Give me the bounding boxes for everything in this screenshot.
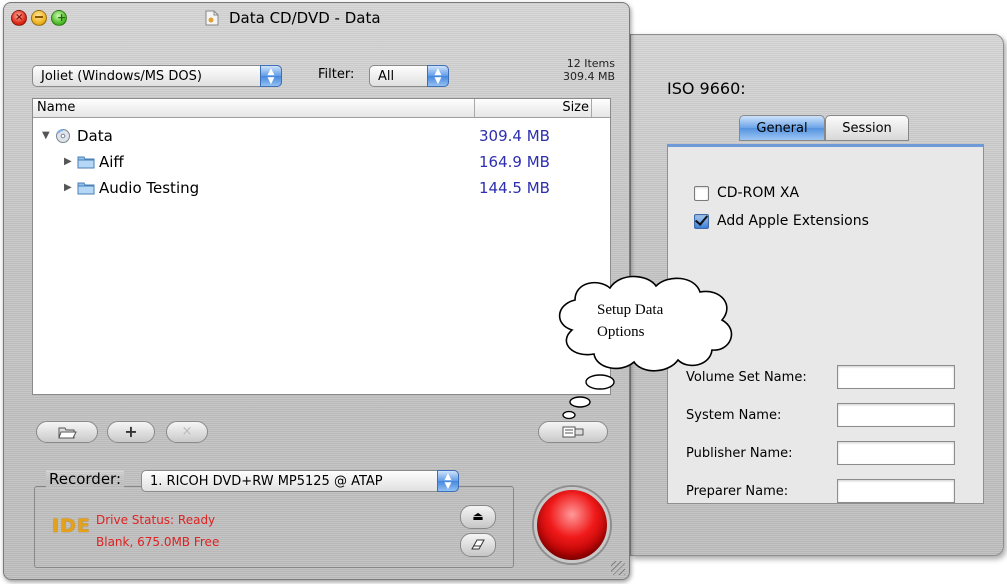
system-name-input[interactable] — [837, 403, 955, 427]
filter-value: All — [378, 69, 395, 84]
media-status-text: Blank, 675.0MB Free — [96, 535, 220, 549]
tab-session[interactable]: Session — [825, 115, 909, 141]
data-cd-window: × + Data CD/DVD - Data Joliet (Windows/M… — [3, 2, 630, 580]
file-list[interactable]: Name Size ▼ Data 309.4 MB ▶ Aiff 164.9 M… — [32, 98, 611, 395]
erase-button[interactable] — [460, 533, 496, 557]
volume-set-name-input[interactable] — [837, 365, 955, 389]
apple-extensions-label: Add Apple Extensions — [717, 213, 869, 229]
filter-popup[interactable]: All ▲ ▼ — [369, 65, 449, 87]
format-value: Joliet (Windows/MS DOS) — [41, 69, 202, 84]
callout-text: Setup Data Options — [597, 299, 663, 343]
iso-title: ISO 9660: — [667, 79, 746, 98]
eject-icon: ⏏ — [472, 509, 484, 523]
drive-status: Drive Status: Ready Blank, 675.0MB Free — [96, 509, 219, 553]
column-divider[interactable] — [474, 99, 475, 117]
filter-label: Filter: — [318, 67, 355, 82]
callout-line-2: Options — [597, 324, 645, 340]
zoom-button[interactable]: + — [51, 10, 67, 26]
cdrom-xa-option[interactable]: CD-ROM XA — [694, 185, 799, 201]
item-name: Audio Testing — [99, 179, 200, 197]
disclosure-closed-icon[interactable]: ▶ — [64, 175, 72, 201]
item-size: 164.9 MB — [479, 153, 550, 171]
remove-button[interactable]: × — [166, 421, 208, 443]
folder-icon — [77, 182, 95, 195]
resize-grip-icon[interactable] — [611, 561, 625, 575]
list-item[interactable]: ▶ Audio Testing 144.5 MB — [33, 175, 610, 201]
column-divider — [591, 99, 592, 117]
list-header: Name Size — [33, 99, 610, 118]
popup-arrows-icon: ▲ ▼ — [260, 65, 282, 87]
recorder-device: 1. RICOH DVD+RW MP5125 @ ATAP — [150, 474, 383, 489]
cdrom-xa-checkbox[interactable] — [694, 185, 709, 201]
list-item[interactable]: ▶ Aiff 164.9 MB — [33, 149, 610, 175]
callout-cloud — [558, 275, 733, 420]
preparer-name-label: Preparer Name: — [686, 484, 789, 499]
disclosure-closed-icon[interactable]: ▶ — [64, 149, 72, 175]
item-summary: 12 Items 309.4 MB — [563, 57, 615, 83]
preparer-name-input[interactable] — [837, 479, 955, 503]
minimize-button[interactable] — [31, 10, 47, 26]
burn-button[interactable] — [534, 487, 610, 563]
window-title: Data CD/DVD - Data — [229, 9, 381, 27]
drive-status-text: Drive Status: Ready — [96, 513, 216, 527]
cd-icon — [56, 129, 70, 143]
total-size: 309.4 MB — [562, 70, 615, 83]
close-icon: × — [15, 12, 24, 23]
eraser-icon — [471, 539, 485, 550]
apple-extensions-checkbox[interactable] — [694, 213, 709, 229]
recorder-label: Recorder: — [46, 470, 124, 488]
item-size: 144.5 MB — [479, 179, 550, 197]
column-name-header[interactable]: Name — [37, 99, 75, 117]
folder-icon — [77, 156, 95, 169]
publisher-name-label: Publisher Name: — [686, 446, 793, 461]
zoom-icon: + — [57, 11, 67, 24]
disclosure-open-icon[interactable]: ▼ — [42, 123, 50, 149]
items-count: 12 Items — [566, 57, 615, 70]
format-popup[interactable]: Joliet (Windows/MS DOS) ▲ ▼ — [32, 65, 282, 87]
item-size: 309.4 MB — [479, 127, 550, 145]
open-folder-icon — [58, 427, 77, 439]
cdrom-xa-label: CD-ROM XA — [717, 185, 800, 201]
recorder-popup[interactable]: 1. RICOH DVD+RW MP5125 @ ATAP ▲ ▼ — [141, 470, 459, 492]
add-button[interactable]: + — [107, 421, 155, 443]
item-name: Data — [77, 127, 113, 145]
document-icon — [205, 10, 219, 26]
column-size-header[interactable]: Size — [479, 99, 589, 117]
list-item[interactable]: ▼ Data 309.4 MB — [33, 123, 610, 149]
item-name: Aiff — [99, 153, 124, 171]
apple-extensions-option[interactable]: Add Apple Extensions — [694, 213, 869, 229]
ide-badge: IDE — [52, 515, 91, 537]
close-button[interactable]: × — [11, 10, 27, 26]
popup-arrows-icon: ▲ ▼ — [427, 65, 449, 87]
callout-line-1: Setup Data — [597, 302, 664, 318]
eject-button[interactable]: ⏏ — [460, 505, 496, 529]
tab-general[interactable]: General — [739, 115, 825, 141]
open-folder-button[interactable] — [36, 421, 98, 443]
publisher-name-input[interactable] — [837, 441, 955, 465]
popup-arrows-icon: ▲ ▼ — [437, 470, 459, 492]
minimize-icon — [35, 16, 43, 18]
